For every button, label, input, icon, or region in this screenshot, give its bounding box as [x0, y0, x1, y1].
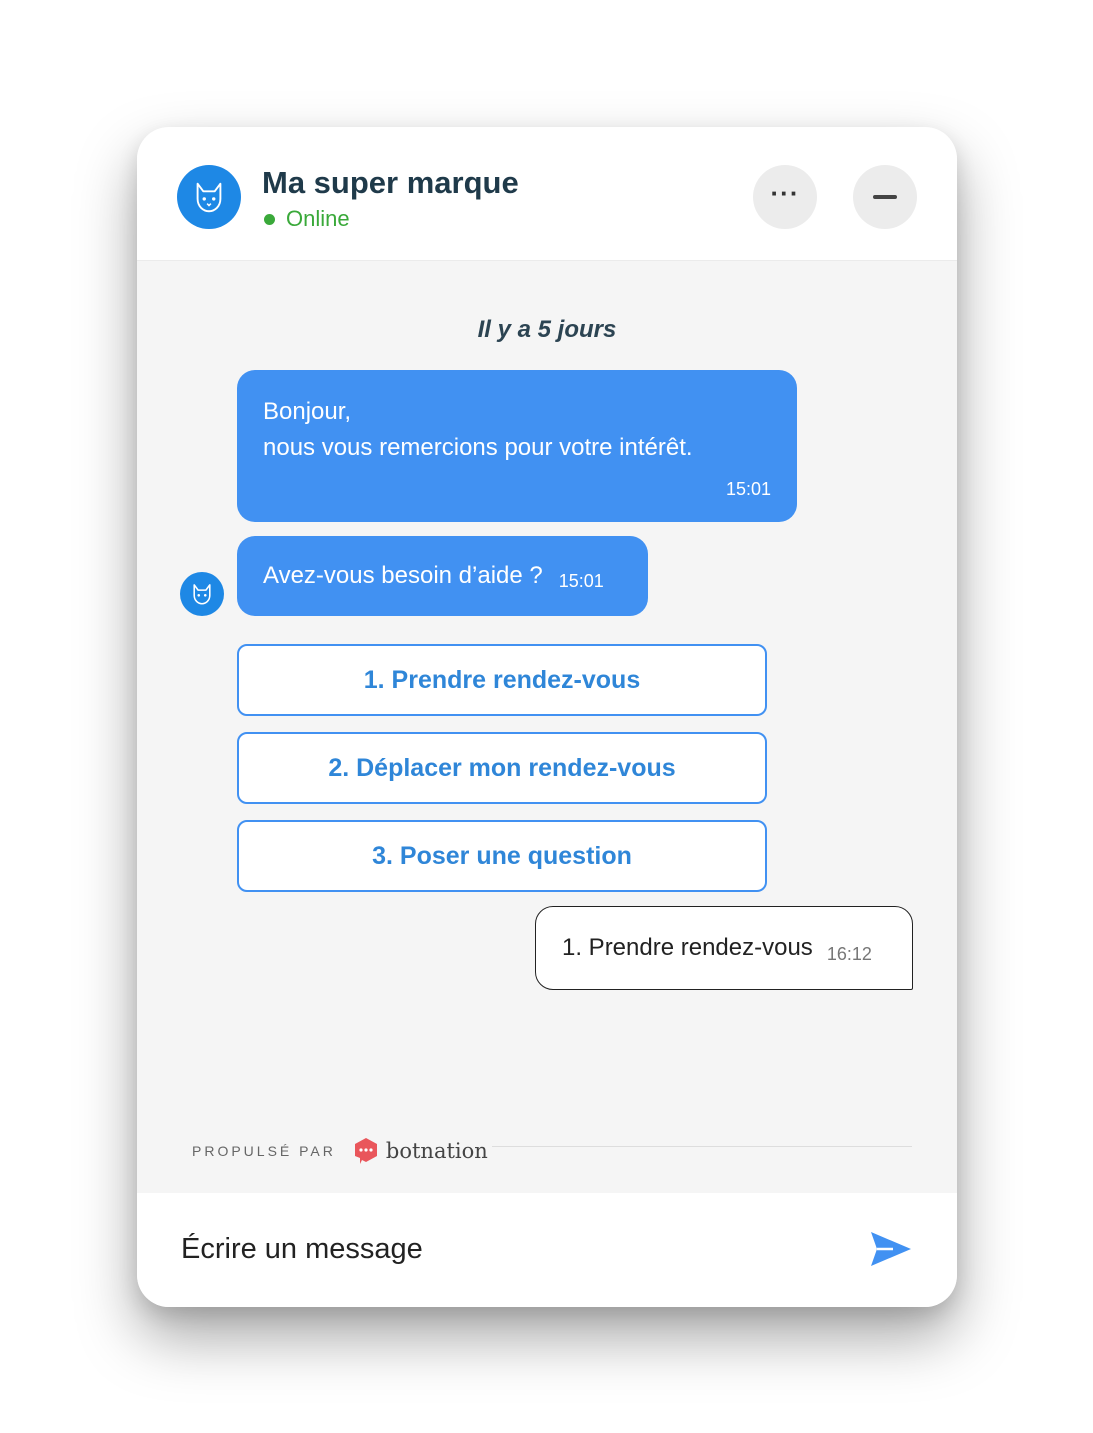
quick-reply-button[interactable]: 2. Déplacer mon rendez-vous — [237, 732, 767, 804]
bot-message: Bonjour, nous vous remercions pour votre… — [237, 370, 797, 522]
quick-reply-button[interactable]: 3. Poser une question — [237, 820, 767, 892]
quick-reply-button[interactable]: 1. Prendre rendez-vous — [237, 644, 767, 716]
message-time: 16:12 — [826, 943, 872, 964]
online-dot-icon — [264, 213, 275, 225]
botnation-logo-icon[interactable] — [354, 1137, 378, 1165]
bot-message: Avez-vous besoin d’aide ? 15:01 — [237, 536, 648, 616]
message-text: 1. Prendre rendez-vous — [562, 934, 813, 961]
message-line: nous vous remercions pour votre intérêt. — [263, 434, 693, 461]
chat-widget: Ma super marque Online ··· Il y a 5 jour… — [137, 127, 957, 1307]
chat-header: Ma super marque Online ··· — [137, 127, 957, 261]
powered-by: PROPULSÉ PAR botnation — [192, 1137, 488, 1165]
divider — [492, 1146, 912, 1147]
user-message: 1. Prendre rendez-vous 16:12 — [535, 906, 913, 990]
ellipsis-icon: ··· — [770, 178, 800, 208]
provider-name-link[interactable]: botnation — [386, 1139, 488, 1163]
more-options-button[interactable]: ··· — [753, 165, 817, 229]
bot-avatar — [177, 165, 241, 229]
brand-name: Ma super marque — [262, 165, 519, 200]
date-separator: Il y a 5 jours — [477, 316, 617, 343]
status-indicator: Online — [264, 206, 350, 232]
status-text: Online — [286, 206, 350, 231]
bot-avatar-small — [180, 572, 224, 616]
composer — [137, 1193, 957, 1307]
message-time: 15:01 — [558, 570, 604, 591]
powered-by-label: PROPULSÉ PAR — [192, 1143, 336, 1159]
send-button[interactable] — [865, 1223, 917, 1275]
message-time: 15:01 — [725, 479, 771, 499]
message-text: Avez-vous besoin d’aide ? — [263, 562, 543, 589]
cat-icon — [196, 182, 222, 213]
minimize-button[interactable] — [853, 165, 917, 229]
message-line: Bonjour, — [263, 398, 352, 425]
minus-icon — [873, 195, 897, 199]
message-input[interactable] — [179, 1223, 823, 1275]
send-icon — [871, 1232, 911, 1266]
cat-icon — [193, 584, 211, 605]
